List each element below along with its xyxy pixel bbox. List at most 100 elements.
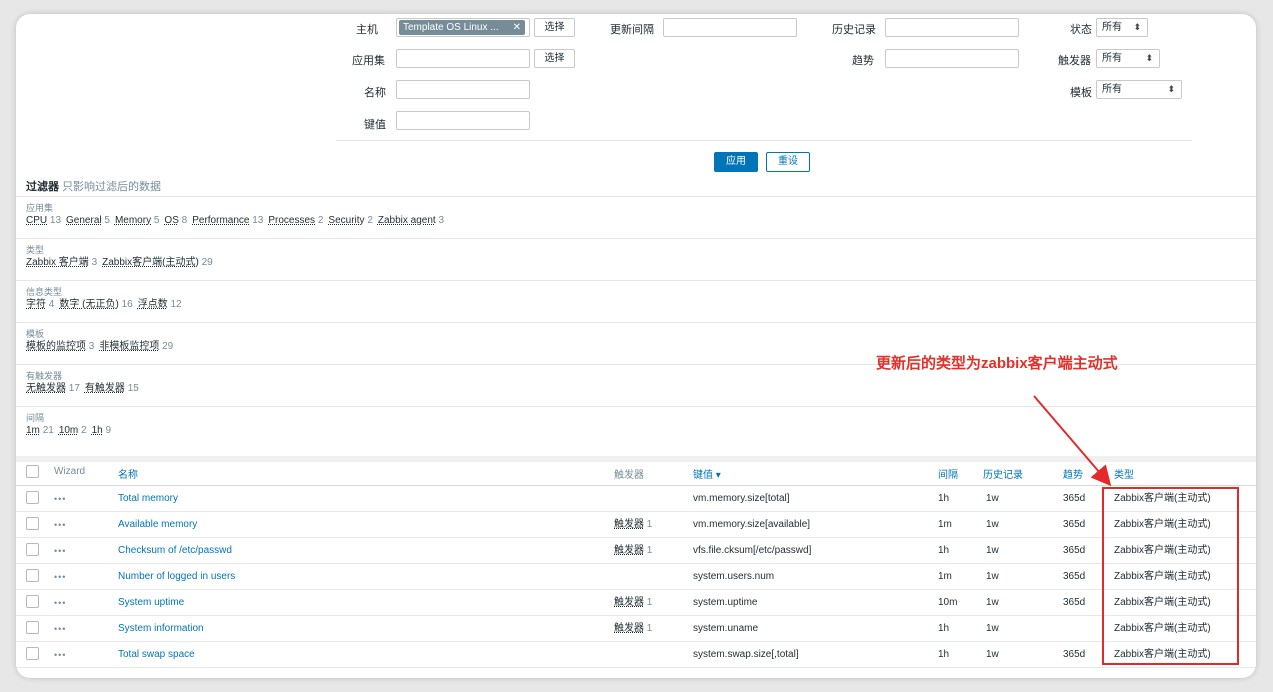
item-name-link[interactable]: System uptime bbox=[118, 596, 184, 610]
zabbix-items-page: 主机 Template OS Linux ... ✕ 选择 应用集 选择 名称 … bbox=[16, 14, 1256, 678]
subfilter-item[interactable]: Security 2 bbox=[328, 215, 372, 226]
wizard-menu-icon[interactable]: ••• bbox=[54, 518, 66, 532]
subfilter-item[interactable]: OS 8 bbox=[164, 215, 187, 226]
row-checkbox[interactable] bbox=[26, 517, 39, 530]
trend-input[interactable] bbox=[885, 49, 1019, 68]
col-history[interactable]: 历史记录 bbox=[983, 466, 1023, 481]
subfilter-item[interactable]: 模板的监控项 3 bbox=[26, 341, 94, 352]
wizard-menu-icon[interactable]: ••• bbox=[54, 492, 66, 506]
subfilter-group: 应用集 CPU 13 General 5 Memory 5 OS 8 Performanc… bbox=[26, 202, 449, 227]
wizard-menu-icon[interactable]: ••• bbox=[54, 570, 66, 584]
item-key: system.users.num bbox=[693, 571, 775, 582]
subfilter-item-link[interactable]: CPU bbox=[26, 215, 47, 226]
subfilter-item[interactable]: 浮点数 12 bbox=[138, 299, 182, 310]
item-name-link[interactable]: System information bbox=[118, 622, 204, 636]
subfilter-items: 模板的监控项 3 非模板监控项 29 bbox=[26, 340, 178, 353]
table-row: ••• System uptime 触发器 1 system.uptime 10m 1w 3… bbox=[16, 590, 1256, 616]
triggers-link[interactable]: 触发器 bbox=[614, 519, 644, 530]
subfilter-item[interactable]: Zabbix客户端(主动式) 29 bbox=[102, 257, 213, 268]
subfilter-item-link[interactable]: 浮点数 bbox=[138, 299, 168, 310]
subfilter-item-link[interactable]: Security bbox=[328, 215, 364, 226]
subfilter-item[interactable]: 数字 (无正负) 16 bbox=[59, 299, 132, 310]
status-value: 所有 bbox=[1102, 22, 1122, 33]
triggers-link[interactable]: 触发器 bbox=[614, 597, 644, 608]
reset-button[interactable]: 重设 bbox=[766, 152, 810, 172]
subfilter-items: 字符 4 数字 (无正负) 16 浮点数 12 bbox=[26, 298, 187, 311]
col-key[interactable]: 键值 ▾ bbox=[693, 466, 721, 481]
appset-input[interactable] bbox=[396, 49, 530, 68]
item-history: 1w bbox=[986, 493, 999, 504]
subfilter-item[interactable]: 有触发器 15 bbox=[85, 383, 139, 394]
subfilter-item[interactable]: Memory 5 bbox=[115, 215, 159, 226]
subfilter-item-link[interactable]: 10m bbox=[59, 425, 78, 436]
row-checkbox[interactable] bbox=[26, 595, 39, 608]
subfilter-item[interactable]: 非模板监控项 29 bbox=[99, 341, 173, 352]
subfilter-item-link[interactable]: 有触发器 bbox=[85, 383, 125, 394]
appset-select-button[interactable]: 选择 bbox=[534, 49, 575, 68]
subfilter-item-link[interactable]: 字符 bbox=[26, 299, 46, 310]
subfilter-item-link[interactable]: 非模板监控项 bbox=[99, 341, 159, 352]
subfilter-item[interactable]: 1m 21 bbox=[26, 425, 54, 436]
item-name-link[interactable]: Total memory bbox=[118, 492, 178, 506]
subfilter-item-link[interactable]: 1m bbox=[26, 425, 40, 436]
subfilter-item-link[interactable]: OS bbox=[164, 215, 178, 226]
item-name-link[interactable]: Number of logged in users bbox=[118, 570, 235, 584]
triggers-link[interactable]: 触发器 bbox=[614, 623, 644, 634]
subfilter-group-divider bbox=[16, 238, 1256, 239]
history-label: 历史记录 bbox=[832, 24, 876, 36]
row-checkbox[interactable] bbox=[26, 569, 39, 582]
triggers-link[interactable]: 触发器 bbox=[614, 545, 644, 556]
status-select[interactable]: 所有 ⬍ bbox=[1096, 18, 1148, 37]
subfilter-item[interactable]: 1h 9 bbox=[92, 425, 111, 436]
host-multiselect[interactable]: Template OS Linux ... ✕ bbox=[396, 18, 530, 37]
row-checkbox[interactable] bbox=[26, 543, 39, 556]
row-checkbox[interactable] bbox=[26, 491, 39, 504]
item-name-link[interactable]: Available memory bbox=[118, 518, 197, 532]
item-name-link[interactable]: Checksum of /etc/passwd bbox=[118, 544, 232, 558]
subfilter-item-link[interactable]: Zabbix agent bbox=[378, 215, 436, 226]
subfilter-item[interactable]: 无触发器 17 bbox=[26, 383, 80, 394]
subfilter-item[interactable]: Zabbix 客户端 3 bbox=[26, 257, 97, 268]
wizard-menu-icon[interactable]: ••• bbox=[54, 648, 66, 662]
subfilter-item-link[interactable]: Processes bbox=[268, 215, 315, 226]
col-name[interactable]: 名称 bbox=[118, 466, 138, 481]
subfilter-item[interactable]: 字符 4 bbox=[26, 299, 54, 310]
history-input[interactable] bbox=[885, 18, 1019, 37]
close-icon[interactable]: ✕ bbox=[513, 20, 521, 35]
subfilter-item-link[interactable]: Zabbix 客户端 bbox=[26, 257, 89, 268]
appset-label: 应用集 bbox=[352, 55, 385, 67]
wizard-menu-icon[interactable]: ••• bbox=[54, 596, 66, 610]
key-input[interactable] bbox=[396, 111, 530, 130]
host-select-button[interactable]: 选择 bbox=[534, 18, 575, 37]
trigger-select[interactable]: 所有 ⬍ bbox=[1096, 49, 1160, 68]
col-interval[interactable]: 间隔 bbox=[938, 466, 958, 481]
subfilter-item[interactable]: Zabbix agent 3 bbox=[378, 215, 444, 226]
subfilter-item-link[interactable]: General bbox=[66, 215, 102, 226]
subfilter-item[interactable]: Performance 13 bbox=[192, 215, 263, 226]
subfilter-item-link[interactable]: 1h bbox=[92, 425, 103, 436]
subfilter-item-link[interactable]: Memory bbox=[115, 215, 151, 226]
apply-button[interactable]: 应用 bbox=[714, 152, 758, 172]
interval-input[interactable] bbox=[663, 18, 797, 37]
select-all-checkbox[interactable] bbox=[26, 465, 39, 478]
subfilter-item-link[interactable]: Zabbix客户端(主动式) bbox=[102, 257, 199, 268]
subfilter-item-link[interactable]: 数字 (无正负) bbox=[59, 299, 118, 310]
subfilter-item[interactable]: Processes 2 bbox=[268, 215, 323, 226]
subfilter-item-link[interactable]: Performance bbox=[192, 215, 249, 226]
subfilter-item-count: 5 bbox=[153, 215, 160, 226]
item-name-link[interactable]: Total swap space bbox=[118, 648, 195, 662]
subfilter-item-link[interactable]: 无触发器 bbox=[26, 383, 66, 394]
row-checkbox[interactable] bbox=[26, 621, 39, 634]
item-key: vm.memory.size[available] bbox=[693, 519, 811, 530]
subfilter-item-link[interactable]: 模板的监控项 bbox=[26, 341, 86, 352]
row-checkbox[interactable] bbox=[26, 647, 39, 660]
subfilter-item[interactable]: 10m 2 bbox=[59, 425, 87, 436]
name-input[interactable] bbox=[396, 80, 530, 99]
template-select[interactable]: 所有 ⬍ bbox=[1096, 80, 1182, 99]
subfilter-item[interactable]: CPU 13 bbox=[26, 215, 61, 226]
item-history: 1w bbox=[986, 597, 999, 608]
item-interval: 1h bbox=[938, 545, 950, 556]
wizard-menu-icon[interactable]: ••• bbox=[54, 544, 66, 558]
subfilter-item[interactable]: General 5 bbox=[66, 215, 110, 226]
wizard-menu-icon[interactable]: ••• bbox=[54, 622, 66, 636]
